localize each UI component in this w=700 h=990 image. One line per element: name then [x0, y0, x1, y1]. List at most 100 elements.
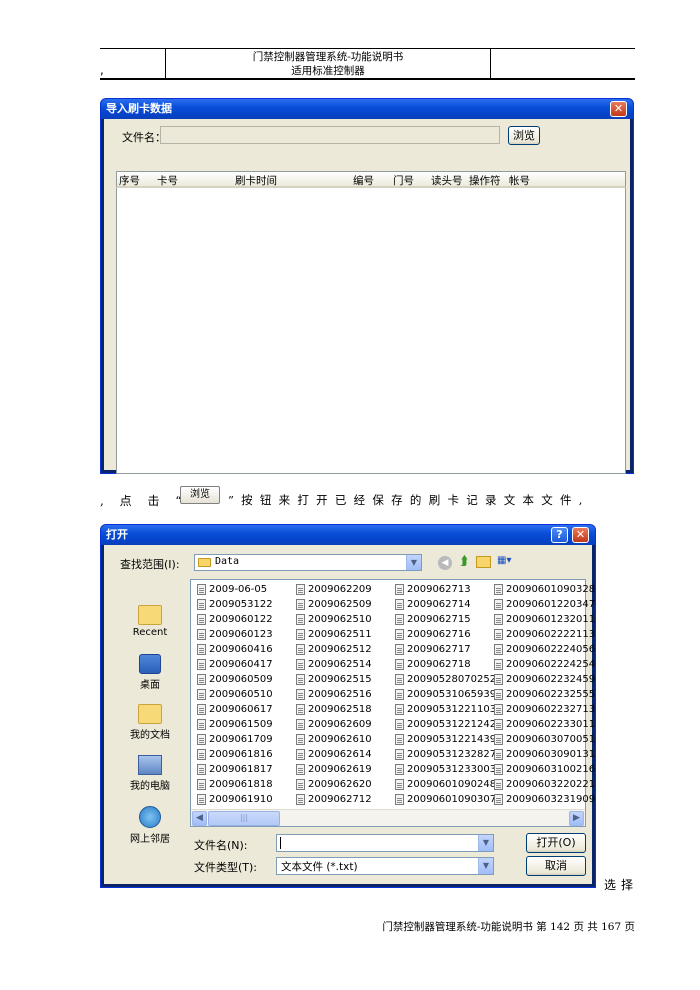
file-item[interactable]: 2009062619 [294, 762, 392, 777]
file-item[interactable]: 20090601232011 [492, 612, 595, 627]
horizontal-scrollbar[interactable]: ◀ ||| ▶ [191, 809, 585, 826]
file-item[interactable]: 2009062714 [393, 597, 491, 612]
file-name: 2009062716 [407, 629, 471, 640]
place-desktop[interactable]: 桌面 [110, 654, 190, 691]
chevron-down-icon[interactable]: ▼ [478, 858, 493, 874]
column-header-time[interactable]: 刷卡时间 [235, 173, 277, 188]
column-header-account[interactable]: 帐号 [509, 173, 530, 188]
file-item[interactable]: 2009060122 [195, 612, 293, 627]
file-item[interactable]: 2009053122 [195, 597, 293, 612]
file-item[interactable]: 2009062209 [294, 582, 392, 597]
file-item[interactable]: 2009062516 [294, 687, 392, 702]
column-header-door[interactable]: 门号 [393, 173, 414, 188]
column-header-index[interactable]: 序号 [119, 173, 140, 188]
record-list[interactable] [116, 188, 626, 474]
close-button[interactable]: ✕ [572, 527, 589, 543]
text-file-icon [197, 734, 206, 745]
file-item[interactable]: 20090528070252 [393, 672, 496, 687]
file-list[interactable]: 2009-06-05 2009053122 2009060122 2009060123… [190, 579, 595, 827]
file-item[interactable]: 2009061818 [195, 777, 293, 792]
new-folder-icon[interactable] [476, 556, 491, 568]
file-item[interactable]: 2009062718 [393, 657, 491, 672]
file-item[interactable]: 2009062712 [294, 792, 392, 807]
file-item[interactable]: 20090531221103 [393, 702, 496, 717]
scroll-right-icon[interactable]: ▶ [569, 811, 584, 826]
filename-input[interactable]: ▼ [276, 834, 494, 852]
file-item[interactable]: 20090602232459 [492, 672, 595, 687]
column-header-card[interactable]: 卡号 [157, 173, 178, 188]
views-menu-icon[interactable]: ▦▾ [497, 555, 521, 569]
file-item[interactable]: 20090602233011 [492, 717, 595, 732]
file-item[interactable]: 2009062518 [294, 702, 392, 717]
file-item[interactable]: 2009060416 [195, 642, 293, 657]
file-item[interactable]: 2009062620 [294, 777, 392, 792]
file-item[interactable]: 2009061910 [195, 792, 293, 807]
filetype-select[interactable]: 文本文件 (*.txt) ▼ [276, 857, 494, 875]
place-recent[interactable]: Recent [110, 605, 190, 638]
scroll-left-icon[interactable]: ◀ [192, 811, 207, 826]
file-item[interactable]: 2009061709 [195, 732, 293, 747]
file-item[interactable]: 20090602232713 [492, 702, 595, 717]
file-item[interactable]: 20090531233003 [393, 762, 496, 777]
file-item[interactable]: 20090603100216 [492, 762, 595, 777]
file-item[interactable]: 2009062511 [294, 627, 392, 642]
place-computer[interactable]: 我的电脑 [110, 755, 190, 792]
back-icon[interactable]: ◀ [438, 556, 452, 570]
cancel-button[interactable]: 取消 [526, 856, 586, 876]
file-item[interactable]: 2009061816 [195, 747, 293, 762]
file-item[interactable]: 20090531221242 [393, 717, 496, 732]
chevron-down-icon[interactable]: ▼ [478, 835, 493, 851]
file-item[interactable]: 2009062510 [294, 612, 392, 627]
open-button[interactable]: 打开(O) [526, 833, 586, 853]
file-item[interactable]: 2009062610 [294, 732, 392, 747]
file-item[interactable]: 2009062509 [294, 597, 392, 612]
file-item[interactable]: 2009060617 [195, 702, 293, 717]
file-item[interactable]: 20090603220221 [492, 777, 595, 792]
file-item[interactable]: 20090602224056 [492, 642, 595, 657]
file-item[interactable]: 20090531221439 [393, 732, 496, 747]
file-item[interactable]: 2009062716 [393, 627, 491, 642]
file-item[interactable]: 20090601220347 [492, 597, 595, 612]
file-item[interactable]: 20090601090248 [393, 777, 496, 792]
file-item[interactable]: 2009060509 [195, 672, 293, 687]
column-header-operator[interactable]: 操作符 [469, 173, 501, 188]
file-item[interactable]: 20090602232555 [492, 687, 595, 702]
file-item[interactable]: 20090531065939 [393, 687, 496, 702]
place-network[interactable]: 网上邻居 [110, 806, 190, 845]
file-item[interactable]: 2009061509 [195, 717, 293, 732]
file-item[interactable]: 2009062515 [294, 672, 392, 687]
file-item[interactable]: 2009060417 [195, 657, 293, 672]
text-file-icon [197, 599, 206, 610]
column-header-reader[interactable]: 读头号 [431, 173, 463, 188]
file-item[interactable]: 2009062514 [294, 657, 392, 672]
file-item[interactable]: 2009062609 [294, 717, 392, 732]
file-item[interactable]: 2009-06-05 [195, 582, 293, 597]
lookin-combo[interactable]: Data ▼ [194, 554, 422, 571]
file-item[interactable]: 20090602222113 [492, 627, 595, 642]
browse-button[interactable]: 浏览 [508, 126, 540, 145]
header-subtitle: 适用标准控制器 [291, 65, 365, 77]
file-item[interactable]: 2009062717 [393, 642, 491, 657]
file-item[interactable]: 2009062614 [294, 747, 392, 762]
place-documents[interactable]: 我的文档 [110, 704, 190, 741]
file-item[interactable]: 20090602224254 [492, 657, 595, 672]
file-item[interactable]: 20090603231909 [492, 792, 595, 807]
file-item[interactable]: 2009060123 [195, 627, 293, 642]
file-item[interactable]: 2009062715 [393, 612, 491, 627]
column-header-number[interactable]: 编号 [353, 173, 374, 188]
scroll-thumb[interactable]: ||| [208, 811, 280, 826]
up-folder-icon[interactable]: ⮭ [456, 554, 472, 570]
file-item[interactable]: 2009061817 [195, 762, 293, 777]
file-item[interactable]: 20090601090328 [492, 582, 595, 597]
file-item[interactable]: 2009060510 [195, 687, 293, 702]
file-name-input[interactable] [160, 126, 500, 144]
close-button[interactable]: ✕ [610, 101, 627, 117]
file-item[interactable]: 2009062512 [294, 642, 392, 657]
file-item[interactable]: 20090603090131 [492, 747, 595, 762]
file-item[interactable]: 20090531232827 [393, 747, 496, 762]
file-item[interactable]: 20090603070051 [492, 732, 595, 747]
chevron-down-icon[interactable]: ▼ [406, 555, 421, 570]
help-button[interactable]: ? [551, 527, 568, 543]
file-item[interactable]: 2009062713 [393, 582, 491, 597]
file-item[interactable]: 20090601090307 [393, 792, 496, 807]
